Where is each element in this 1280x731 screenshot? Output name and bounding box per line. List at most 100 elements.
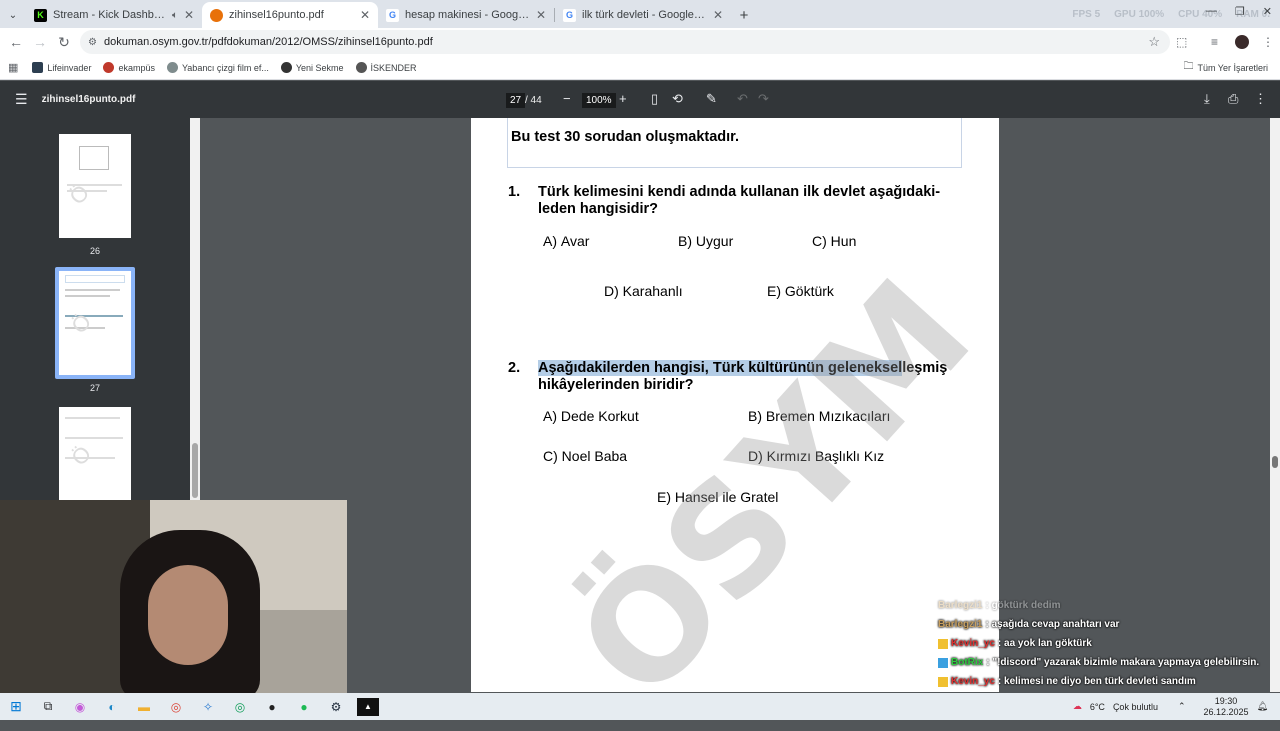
steam-icon[interactable]: ⚙ (325, 698, 347, 716)
bookmark-iskender[interactable]: İSKENDER (355, 62, 417, 73)
bookmark-icon (355, 62, 367, 73)
forward-icon[interactable]: → (28, 34, 52, 50)
fit-page-icon[interactable]: ▯ (651, 91, 658, 107)
tab-google-calculator[interactable]: G hesap makinesi - Google'da Ara ✕ (378, 2, 554, 28)
q1-option-d: D) Karahanlı (604, 283, 683, 299)
weather-icon: ☁ (1072, 701, 1082, 711)
sidebar-scroll-thumb[interactable] (192, 443, 198, 498)
close-tab-icon[interactable]: ✕ (713, 8, 723, 22)
stream-chat-overlay: Barlegzi1: göktürk dedim Barlegzi1: aşağ… (938, 596, 1278, 691)
browser-toolbar: ← → ↻ ⚙ dokuman.osym.gov.tr/pdfdokuman/2… (0, 28, 1280, 56)
bookmark-icon (103, 62, 115, 73)
new-tab-button[interactable]: + (731, 2, 757, 28)
close-tab-icon[interactable]: ✕ (360, 8, 370, 22)
reload-icon[interactable]: ↻ (52, 34, 76, 51)
badge-icon (938, 638, 948, 649)
tab-search-button[interactable]: ⌄ (0, 2, 26, 28)
sidebar-menu-icon[interactable]: ☰ (15, 91, 28, 108)
extensions-icon[interactable]: ⬚ (1176, 35, 1187, 49)
badge-icon (938, 676, 948, 687)
notification-icon[interactable]: 🔔︎ (1257, 701, 1268, 712)
sidebar-scrollbar[interactable] (190, 118, 200, 500)
bookmark-cizgi-film[interactable]: Yabancı çizgi film ef... (166, 62, 269, 73)
q1-option-b: B) Uygur (678, 233, 734, 249)
q2-option-c: C) Noel Baba (543, 448, 628, 464)
bookmark-yeni-sekme[interactable]: Yeni Sekme (280, 62, 344, 73)
profile-avatar[interactable] (1235, 35, 1249, 49)
close-window-icon[interactable]: ✕ (1263, 5, 1272, 18)
bookmark-star-icon[interactable]: ☆ (1148, 34, 1160, 50)
zoom-input[interactable]: 100% (582, 93, 616, 108)
tab-strip: ⌄ K Stream - Kick Dashboard 🔈︎ ✕ zihinse… (0, 0, 1280, 28)
speaker-icon[interactable]: 🔈︎ (172, 10, 178, 21)
chevron-up-icon[interactable]: ⌃ (1178, 701, 1186, 712)
more-options-icon[interactable]: ⋮ (1254, 91, 1267, 107)
google-icon: G (386, 8, 399, 22)
menu-icon[interactable]: ⋮ (1262, 35, 1274, 49)
chat-message: Barlegzi1: göktürk dedim (938, 600, 1061, 611)
bookmark-icon (280, 62, 292, 73)
test-header: Bu test 30 sorudan oluşmaktadır. (511, 129, 740, 145)
bookmark-icon (166, 62, 178, 73)
pdf-toolbar: ☰ zihinsel16punto.pdf 27 / 44 − 100% + ▯… (0, 81, 1280, 118)
zoom-out-icon[interactable]: − (563, 91, 571, 106)
app-icon[interactable]: ✧ (197, 698, 219, 716)
chat-message: Kevin_yc: aa yok lan göktürk (938, 634, 1278, 653)
bookmark-ekampus[interactable]: ekampüs (103, 62, 155, 73)
address-bar[interactable]: ⚙ dokuman.osym.gov.tr/pdfdokuman/2012/OM… (80, 30, 1170, 54)
obs-icon[interactable]: ● (261, 698, 283, 716)
close-tab-icon[interactable]: ✕ (536, 8, 546, 22)
page-number-input[interactable]: 27 (506, 93, 526, 108)
page-scroll-thumb[interactable] (1272, 456, 1278, 468)
edge-icon[interactable]: ◐ (101, 698, 123, 716)
file-explorer-icon[interactable]: ▬ (133, 698, 155, 716)
close-tab-icon[interactable]: ✕ (184, 8, 194, 22)
question-1-line2: leden hangisidir? (538, 201, 659, 217)
thumbnail-page-26[interactable]: Ö (59, 134, 131, 238)
rotate-icon[interactable]: ⟲ (672, 91, 683, 107)
bookmark-lifeinvader[interactable]: Lifeinvader (32, 62, 91, 73)
redo-icon[interactable]: ↷ (758, 91, 769, 107)
pdf-icon (210, 8, 223, 22)
q2-option-a: A) Dede Korkut (543, 408, 639, 424)
tab-google-turk[interactable]: G ilk türk devleti - Google'da Ara ✕ (555, 2, 731, 28)
all-bookmarks[interactable]: 🗀︎ Tüm Yer İşaretleri (1183, 59, 1268, 76)
media-icon[interactable]: ≡ (1211, 35, 1218, 49)
minimize-icon[interactable]: — (1206, 5, 1217, 18)
thumbnail-label-26: 26 (89, 246, 100, 256)
question-1-line1: Türk kelimesini kendi adında kullanan il… (538, 184, 941, 200)
page-total: / 44 (525, 95, 542, 106)
q1-option-a: A) Avar (543, 233, 590, 249)
weather-desc: Çok bulutlu (1112, 701, 1158, 712)
undo-icon[interactable]: ↶ (737, 91, 748, 107)
annotate-icon[interactable]: ✎ (706, 91, 717, 107)
download-icon[interactable]: ⤓ (1204, 91, 1210, 107)
app-icon[interactable]: ▲ (357, 697, 379, 716)
system-tray: ☁ 6°C Çok bulutlu ⌃ 19:30 26.12.2025 🔔︎ (1073, 693, 1280, 720)
apps-icon[interactable]: ▦ (8, 61, 18, 74)
windows-start-icon[interactable]: ⊞ (5, 698, 27, 716)
google-icon: G (563, 8, 576, 22)
chrome-icon[interactable]: ◎ (165, 698, 187, 716)
windows-taskbar: ⊞ ⧉ ◉ ◐ ▬ ◎ ✧ ◎ ● ● ⚙ ▲ ☁ 6°C Çok bulutl… (0, 693, 1280, 720)
thumbnail-page-27[interactable]: Ö (59, 271, 131, 375)
zoom-in-icon[interactable]: + (619, 91, 627, 106)
task-view-icon[interactable]: ⧉ (37, 698, 59, 716)
site-info-icon[interactable]: ⚙ (88, 37, 97, 48)
thumbnail-page-28[interactable]: Ö (59, 407, 131, 500)
window-controls: — ❐ ✕ (1206, 5, 1272, 18)
question-2-number: 2. (508, 360, 521, 376)
back-icon[interactable]: ← (4, 34, 28, 50)
chrome-icon[interactable]: ◎ (229, 698, 251, 716)
tab-pdf[interactable]: zihinsel16punto.pdf ✕ (202, 2, 378, 28)
print-icon[interactable]: ⎙ (1228, 91, 1238, 107)
spotify-icon[interactable]: ● (293, 698, 315, 716)
badge-icon (938, 657, 948, 668)
tab-kick-dashboard[interactable]: K Stream - Kick Dashboard 🔈︎ ✕ (26, 2, 202, 28)
maximize-icon[interactable]: ❐ (1235, 5, 1245, 18)
clock[interactable]: 19:30 26.12.2025 (1204, 696, 1249, 718)
q1-option-e: E) Göktürk (767, 283, 834, 299)
question-2-line2: hikâyelerinden biridir? (538, 377, 694, 393)
chat-message: BotRix: "!discord" yazarak bizimle makar… (938, 653, 1278, 672)
copilot-icon[interactable]: ◉ (69, 698, 91, 716)
